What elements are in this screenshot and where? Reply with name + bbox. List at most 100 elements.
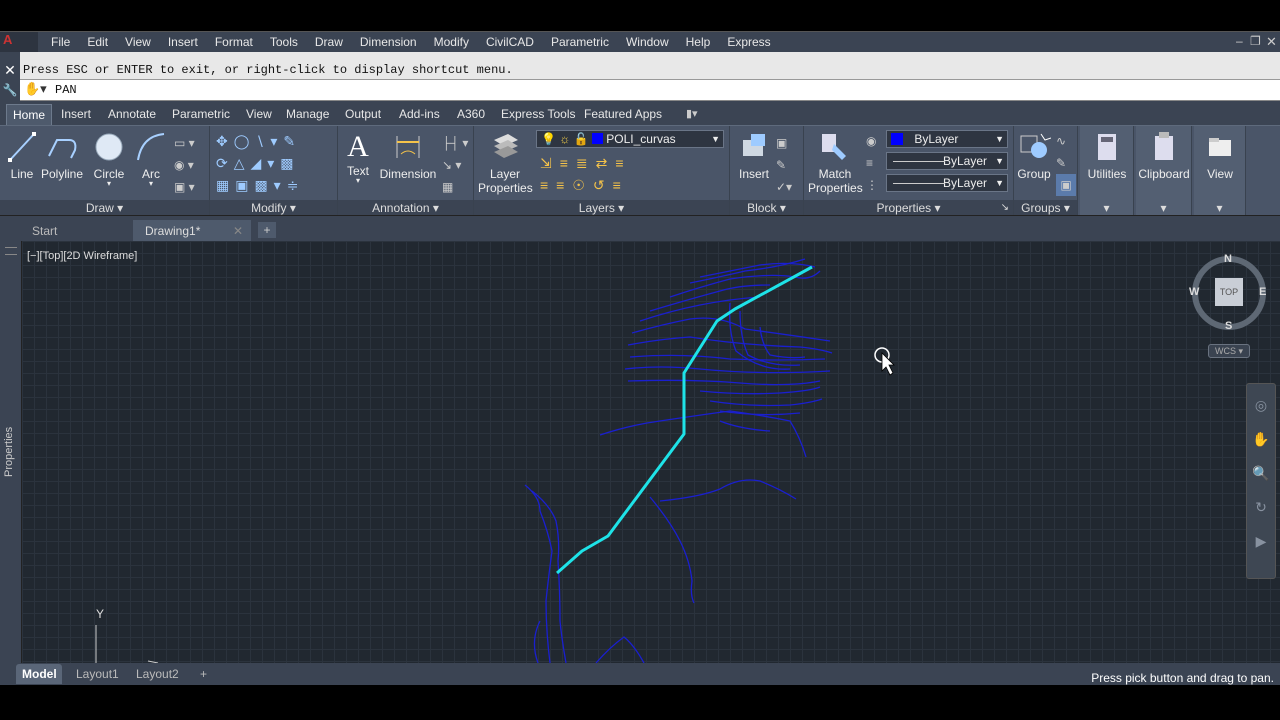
view-button[interactable]: View <box>1194 130 1246 181</box>
utilities-button[interactable]: Utilities <box>1080 130 1134 181</box>
hatch-icon[interactable]: ◉ ▾ <box>174 154 206 176</box>
utilities-panel[interactable]: Utilities ▾ <box>1080 126 1134 216</box>
restore-icon[interactable]: ❐ <box>1250 34 1261 48</box>
clipboard-panel[interactable]: Clipboard ▾ <box>1136 126 1192 216</box>
ribbon-toggle-icon[interactable]: ▮▾ <box>686 107 698 120</box>
menu-help[interactable]: Help <box>677 32 719 52</box>
tab-featured-apps[interactable]: Featured Apps <box>578 104 668 125</box>
draw-panel-title[interactable]: Draw ▾ <box>0 200 209 216</box>
group-edit-icon[interactable]: ✎ <box>1056 152 1076 174</box>
tab-start[interactable]: Start <box>20 220 130 242</box>
tab-home[interactable]: Home <box>6 104 53 125</box>
annotation-panel-title[interactable]: Annotation ▾ <box>338 200 473 216</box>
view-panel[interactable]: View ▾ <box>1194 126 1246 216</box>
edit-block-icon[interactable]: ✎ <box>776 154 802 176</box>
modify-row-1[interactable]: ✥◯∖▾✎ <box>216 130 334 152</box>
menu-file[interactable]: File <box>42 32 78 52</box>
block-attribute-icon[interactable]: ✓▾ <box>776 176 802 198</box>
dimension-button[interactable]: Dimension <box>378 130 438 181</box>
menu-insert[interactable]: Insert <box>159 32 206 52</box>
create-block-icon[interactable]: ▣ <box>776 132 802 154</box>
menu-window[interactable]: Window <box>617 32 677 52</box>
modify-row-3[interactable]: ▦▣▩▾≑ <box>216 174 334 196</box>
menu-modify[interactable]: Modify <box>425 32 477 52</box>
tab-model[interactable]: Model <box>16 664 62 684</box>
menu-view[interactable]: View <box>116 32 159 52</box>
modify-panel-title[interactable]: Modify ▾ <box>210 200 337 216</box>
close-tab-icon[interactable]: ✕ <box>233 220 243 242</box>
tab-express-tools[interactable]: Express Tools <box>495 104 581 125</box>
lineweight-dropdown[interactable]: ByLayer ▼ <box>886 152 1008 170</box>
app-logo-button[interactable]: A <box>0 32 38 52</box>
clipboard-expand-icon[interactable]: ▾ <box>1136 200 1191 216</box>
menu-express[interactable]: Express <box>718 32 778 52</box>
layers-panel-title[interactable]: Layers ▾ <box>474 200 729 216</box>
command-line[interactable]: 🔧 ✋▾ PAN <box>0 80 1280 101</box>
wcs-dropdown[interactable]: WCS ▾ <box>1208 344 1250 358</box>
arc-dropdown-icon[interactable]: ▾ <box>134 180 168 188</box>
tab-layout1[interactable]: Layout1 <box>70 664 125 684</box>
tab-drawing1[interactable]: Drawing1* ✕ <box>133 220 251 242</box>
properties-panel-title[interactable]: Properties ▾ ↘ <box>804 200 1013 216</box>
minimize-icon[interactable]: – <box>1236 34 1243 48</box>
text-dropdown-icon[interactable]: ▾ <box>342 177 374 185</box>
clipboard-button[interactable]: Clipboard <box>1136 130 1192 181</box>
menu-format[interactable]: Format <box>206 32 261 52</box>
compass-south[interactable]: S <box>1225 320 1232 332</box>
layer-properties-button[interactable]: Layer Properties <box>478 130 533 195</box>
tab-insert[interactable]: Insert <box>55 104 97 125</box>
steering-wheel-icon[interactable]: ◎ <box>1247 388 1275 422</box>
polyline-button[interactable]: Polyline <box>40 130 84 181</box>
tab-parametric[interactable]: Parametric <box>166 104 236 125</box>
pan-icon[interactable]: ✋ <box>1247 422 1275 456</box>
view-expand-icon[interactable]: ▾ <box>1194 200 1245 216</box>
block-panel-title[interactable]: Block ▾ <box>730 200 803 216</box>
menu-tools[interactable]: Tools <box>261 32 306 52</box>
command-input[interactable]: PAN <box>55 83 77 97</box>
modify-row-2[interactable]: ⟳△◢▾▩ <box>216 152 334 174</box>
arc-button[interactable]: Arc ▾ <box>134 130 168 188</box>
customize-wrench-icon[interactable]: 🔧 <box>0 80 20 101</box>
compass-west[interactable]: W <box>1189 286 1199 298</box>
layer-tools-row-2[interactable]: ≡≡☉↺≡ <box>540 174 720 196</box>
add-layout-button[interactable]: + <box>194 664 213 684</box>
match-properties-button[interactable]: Match Properties <box>808 130 863 195</box>
menu-draw[interactable]: Draw <box>306 32 351 52</box>
menu-civilcad[interactable]: CivilCAD <box>477 32 542 52</box>
tab-add-ins[interactable]: Add-ins <box>393 104 446 125</box>
group-select-icon[interactable]: ▣ <box>1056 174 1076 196</box>
tab-manage[interactable]: Manage <box>280 104 335 125</box>
region-icon[interactable]: ▣ ▾ <box>174 176 206 198</box>
menu-parametric[interactable]: Parametric <box>542 32 617 52</box>
color-dropdown[interactable]: ByLayer ▼ <box>886 130 1008 148</box>
groups-panel-title[interactable]: Groups ▾ <box>1014 200 1077 216</box>
alignment-polyline[interactable] <box>556 265 813 575</box>
compass-north[interactable]: N <box>1224 253 1232 265</box>
tab-output[interactable]: Output <box>339 104 387 125</box>
circle-button[interactable]: Circle ▾ <box>90 130 128 188</box>
layer-tools-row-1[interactable]: ⇲≡≣⇄≡ <box>540 152 720 174</box>
orbit-icon[interactable]: ↻ <box>1247 490 1275 524</box>
tab-a360[interactable]: A360 <box>451 104 491 125</box>
linear-dim-icon[interactable]: ├┤ ▾ <box>442 132 472 154</box>
new-tab-button[interactable]: + <box>258 222 276 238</box>
tab-view[interactable]: View <box>240 104 278 125</box>
text-button[interactable]: A Text ▾ <box>342 130 374 185</box>
group-button[interactable]: Group <box>1016 130 1052 181</box>
ungroup-icon[interactable]: ∿ <box>1056 130 1076 152</box>
menu-edit[interactable]: Edit <box>78 32 116 52</box>
table-icon[interactable]: ▦ <box>442 176 472 198</box>
tab-layout2[interactable]: Layout2 <box>130 664 185 684</box>
linetype-dropdown[interactable]: ByLayer ▼ <box>886 174 1008 192</box>
rectangle-icon[interactable]: ▭ ▾ <box>174 132 206 154</box>
circle-dropdown-icon[interactable]: ▾ <box>90 180 128 188</box>
insert-block-button[interactable]: Insert <box>734 130 774 181</box>
zoom-icon[interactable]: 🔍 <box>1247 456 1275 490</box>
close-icon[interactable]: ✕ <box>1266 34 1277 50</box>
tab-annotate[interactable]: Annotate <box>102 104 162 125</box>
line-button[interactable]: Line <box>6 130 38 181</box>
leader-icon[interactable]: ↘ ▾ <box>442 154 472 176</box>
menu-dimension[interactable]: Dimension <box>351 32 425 52</box>
compass-east[interactable]: E <box>1259 286 1266 298</box>
layer-dropdown[interactable]: 💡 ☼ 🔓 POLI_curvas ▼ <box>536 130 724 148</box>
